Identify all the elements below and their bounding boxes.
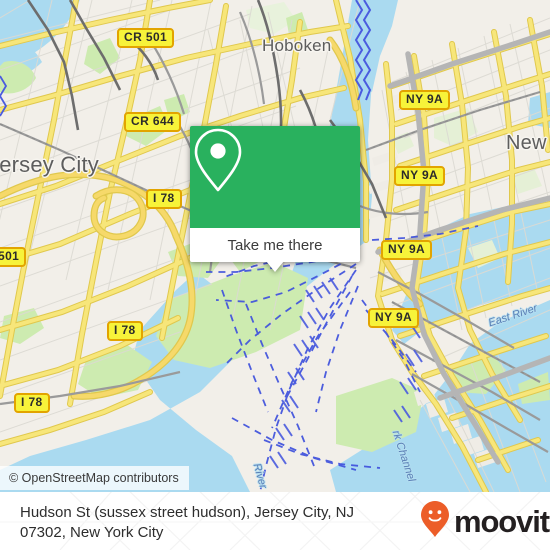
take-me-there-button[interactable]: Take me there: [190, 228, 360, 262]
map-canvas[interactable]: Hoboken Jersey City New East River rk Ch…: [0, 0, 550, 492]
shield-cr-501: CR 501: [117, 28, 175, 48]
osm-attribution[interactable]: © OpenStreetMap contributors: [0, 466, 189, 490]
shield-i-78-a: I 78: [146, 189, 182, 209]
popup-tail: [266, 261, 284, 272]
location-popup-card[interactable]: Take me there: [190, 126, 360, 272]
address-line-1: Hudson St (sussex street hudson), Jersey…: [20, 504, 355, 521]
shield-ny-9a-a: NY 9A: [399, 90, 451, 110]
moovit-logo[interactable]: moovit: [420, 500, 550, 543]
osm-attribution-text: © OpenStreetMap contributors: [9, 471, 179, 485]
shield-cr-644: CR 644: [124, 112, 182, 132]
address-text: Hudson St (sussex street hudson), Jersey…: [20, 503, 400, 543]
address-line-2: 07302, New York City: [20, 524, 164, 541]
shield-i-78-c: I 78: [14, 393, 50, 413]
shield-ny-9a-b: NY 9A: [394, 166, 446, 186]
shield-i-78-b: I 78: [107, 321, 143, 341]
shield-ny-9a-d: NY 9A: [368, 308, 420, 328]
take-me-there-label: Take me there: [227, 236, 323, 254]
popup-pin-area: [190, 126, 360, 228]
shield-ny-9a-c: NY 9A: [381, 240, 433, 260]
shield-501: 501: [0, 247, 27, 267]
map-screenshot: Hoboken Jersey City New East River rk Ch…: [0, 0, 550, 550]
moovit-pin-icon: [420, 500, 450, 543]
moovit-wordmark: moovit: [454, 504, 550, 539]
